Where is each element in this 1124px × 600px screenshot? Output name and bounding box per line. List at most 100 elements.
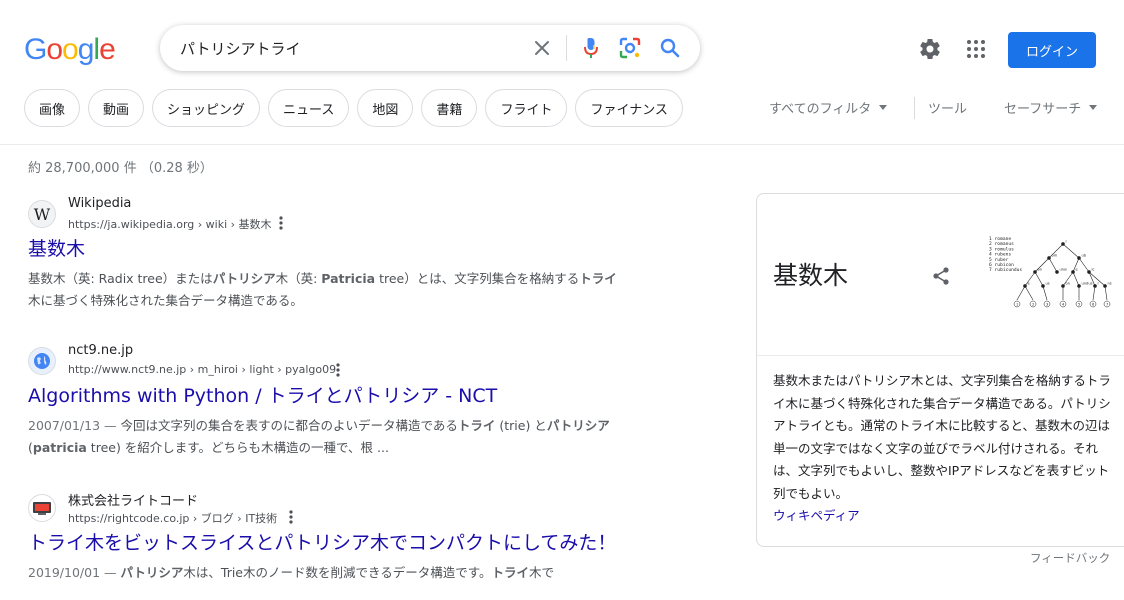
diagram-word: 5 ruber: [989, 257, 1009, 263]
filter-chip[interactable]: ニュース: [268, 89, 350, 127]
more-options-icon[interactable]: [274, 215, 288, 231]
filter-chip[interactable]: ショッピング: [152, 89, 261, 127]
highlighted-term: トライ: [579, 271, 617, 286]
wikipedia-source-link[interactable]: ウィキペディア: [773, 508, 860, 523]
filter-chip[interactable]: ファイナンス: [575, 89, 683, 127]
snippet-text: 今回は文字列の集合を表すのに都合のよいデータ構造である: [120, 418, 458, 433]
result-date: 2007/01/13 —: [28, 418, 121, 433]
settings-icon[interactable]: [918, 37, 942, 61]
snippet-text: 木（英:: [275, 271, 322, 286]
site-url: http://www.nct9.ne.jp › m_hiroi › light …: [68, 363, 337, 376]
site-url: https://rightcode.co.jp › ブログ › IT技術: [68, 512, 278, 525]
microphone-icon[interactable]: [579, 36, 603, 60]
safe-search-label: セーフサーチ: [1004, 102, 1082, 117]
safe-search-button[interactable]: セーフサーチ: [1004, 98, 1098, 117]
apps-grid-icon[interactable]: [964, 37, 988, 61]
highlighted-term: パトリシア: [212, 271, 276, 286]
diagram-node-label: e: [1028, 282, 1031, 286]
diagram-word: 2 romanus: [989, 241, 1014, 247]
site-name: Wikipedia: [68, 196, 132, 211]
diagram-node: [1023, 284, 1027, 288]
snippet-text: 木に基づく特殊化された集合データ構造である。: [28, 293, 303, 308]
diagram-node-label: an: [1038, 268, 1042, 272]
logo-letter: G: [24, 33, 47, 66]
wikipedia-favicon-icon: W: [28, 200, 56, 228]
diagram-node: [1087, 270, 1091, 274]
highlighted-term: patricia: [32, 440, 87, 455]
highlighted-term: パトリシア: [546, 418, 610, 433]
google-logo[interactable]: Google: [24, 33, 116, 67]
filter-chip[interactable]: 地図: [357, 89, 414, 127]
clear-icon[interactable]: [530, 36, 554, 60]
result-snippet: 2007/01/13 — 今回は文字列の集合を表すのに都合のよいデータ構造である…: [28, 415, 628, 459]
feedback-link[interactable]: フィードバック: [1030, 550, 1110, 566]
diagram-word: 7 rubicundus: [989, 267, 1022, 273]
search-input[interactable]: [180, 35, 520, 61]
result-snippet: 基数木（英: Radix tree）またはパトリシア木（英: Patricia …: [28, 268, 628, 312]
description-text: 基数木またはパトリシア木とは、文字列集合を格納するトライ木に基づく特殊化された集…: [773, 373, 1111, 501]
globe-icon: [28, 347, 56, 375]
logo-letter: o: [62, 33, 79, 66]
chevron-down-icon: [1089, 105, 1098, 110]
diagram-node: [1033, 270, 1037, 274]
diagram-word: 6 rubicon: [989, 262, 1014, 268]
diagram-node-label: om: [1052, 254, 1058, 258]
share-icon[interactable]: [931, 266, 951, 286]
lens-icon[interactable]: [618, 36, 642, 60]
diagram-node-label: 1: [1016, 302, 1018, 306]
snippet-text: 基数木（英: Radix tree）または: [28, 271, 213, 286]
search-divider-outer: [566, 35, 567, 61]
more-options-icon[interactable]: [331, 362, 345, 378]
knowledge-panel: 基数木 1 romane 2 romanus 3 romulus 4 rubens 5 …: [756, 193, 1124, 547]
tools-button[interactable]: ツール: [928, 98, 967, 117]
highlighted-term: トライ: [491, 565, 530, 580]
all-filters-label: すべてのフィルタ: [769, 102, 872, 117]
diagram-node-label: ub: [1082, 254, 1087, 258]
result-source[interactable]: nct9.ne.jp http://www.nct9.ne.jp › m_hir…: [28, 341, 628, 377]
diagram-word: 3 romulus: [989, 246, 1014, 252]
diagram-word: 4 rubens: [989, 252, 1011, 258]
result-title-link[interactable]: 基数木: [28, 236, 628, 262]
diagram-node: [1047, 256, 1051, 260]
diagram-node: [1077, 284, 1081, 288]
diagram-node-label: ic: [1092, 268, 1095, 272]
search-result: W Wikipedia https://ja.wikipedia.org › w…: [28, 194, 628, 312]
diagram-node-label: 2: [1032, 302, 1034, 306]
filter-chip[interactable]: 書籍: [421, 89, 478, 127]
snippet-text: tree) を紹介します。どちらも木構造の一種で、根 ...: [86, 440, 389, 455]
tools-label: ツール: [928, 102, 968, 117]
result-stats: 約 28,700,000 件 （0.28 秒）: [28, 161, 213, 176]
highlighted-term: パトリシア: [120, 565, 184, 580]
search-box[interactable]: [160, 25, 700, 71]
snippet-text: tree）とは、文字列集合を格納する: [375, 271, 580, 286]
diagram-node-label: undus: [1082, 282, 1093, 286]
more-options-icon[interactable]: [284, 509, 298, 525]
all-filters-button[interactable]: すべてのフィルタ: [769, 98, 888, 117]
search-chips: 画像 動画 ショッピング ニュース 地図 書籍 フライト ファイナンス: [24, 89, 683, 127]
result-source[interactable]: 株式会社ライトコード https://rightcode.co.jp › ブログ…: [28, 488, 628, 525]
diagram-node: [1071, 270, 1075, 274]
filter-chip[interactable]: 画像: [24, 89, 81, 127]
highlighted-term: Patricia: [321, 271, 376, 286]
highlighted-term: トライ: [457, 418, 496, 433]
diagram-node-label: 7: [1106, 302, 1108, 306]
diagram-node: [1103, 284, 1107, 288]
result-source[interactable]: W Wikipedia https://ja.wikipedia.org › w…: [28, 194, 628, 231]
site-name: nct9.ne.jp: [68, 343, 134, 358]
diagram-node-label: ulus: [1060, 268, 1068, 272]
logo-letter: g: [77, 33, 95, 66]
login-button[interactable]: ログイン: [1008, 32, 1096, 68]
result-title-link[interactable]: Algorithms with Python / トライとパトリシア - NCT: [28, 383, 628, 409]
search-icon[interactable]: [658, 36, 682, 60]
site-url: https://ja.wikipedia.org › wiki › 基数木: [68, 218, 272, 231]
diagram-node: [1077, 256, 1081, 260]
search-result: 株式会社ライトコード https://rightcode.co.jp › ブログ…: [28, 488, 628, 584]
diagram-node: [1055, 270, 1059, 274]
filter-chip[interactable]: フライト: [485, 89, 568, 127]
logo-letter: e: [99, 33, 116, 66]
result-title-link[interactable]: トライ木をビットスライスとパトリシア木でコンパクトにしてみた！: [28, 530, 618, 556]
radix-tree-diagram-image[interactable]: 1 romane2 romanus3 romulus4 rubens5 rube…: [989, 234, 1119, 314]
diagram-node-label: 5: [1078, 302, 1080, 306]
diagram-node-label: 3: [1046, 302, 1048, 306]
filter-chip[interactable]: 動画: [88, 89, 145, 127]
